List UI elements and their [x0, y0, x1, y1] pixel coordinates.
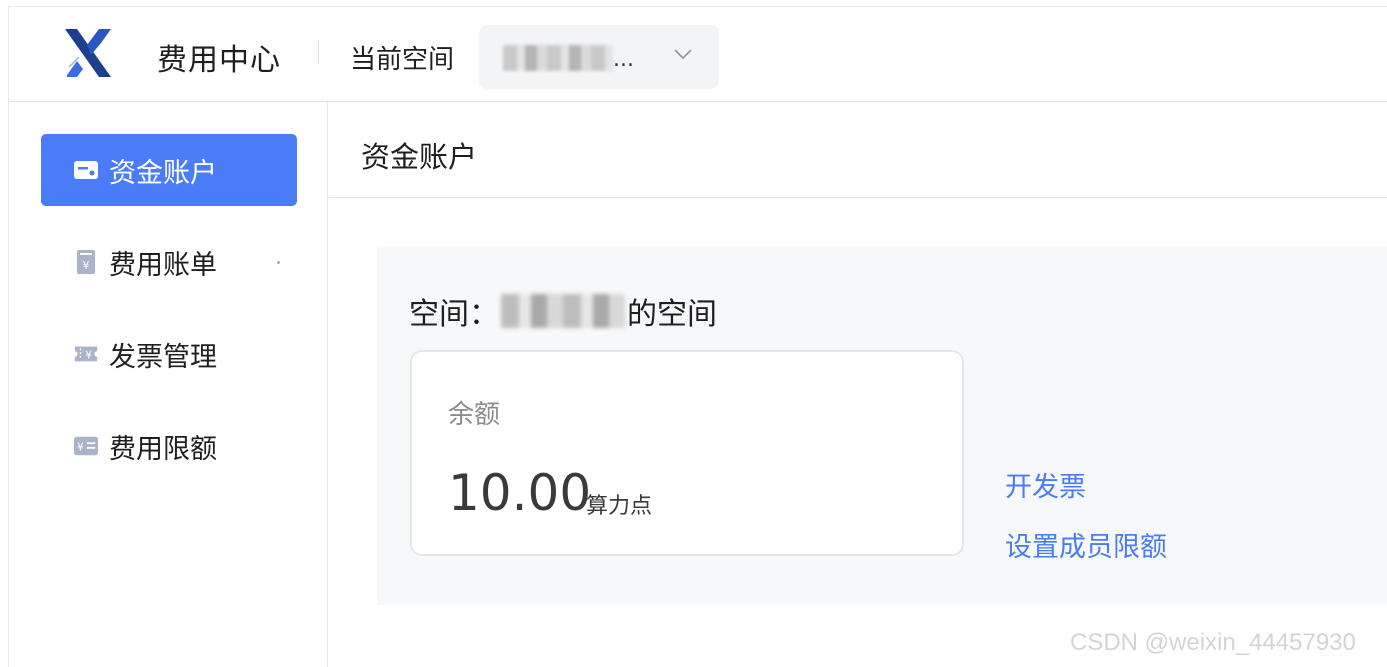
- account-panel: 空间： 的空间 余额 10.00 算力点 开发票 设置成员限额: [377, 247, 1387, 605]
- main-content: 资金账户 空间： 的空间 余额 10.00 算力点 开发票 设置成员限额: [329, 102, 1387, 667]
- space-select-ellipsis: ...: [613, 47, 634, 72]
- balance-value: 10.00: [448, 464, 592, 522]
- sidebar-item-label: 费用限额: [109, 433, 217, 465]
- space-suffix: 的空间: [627, 297, 717, 332]
- sidebar-item-invoices[interactable]: ¥ 发票管理: [41, 318, 297, 390]
- sidebar-item-label: 资金账户: [109, 157, 217, 189]
- svg-text:¥: ¥: [86, 351, 93, 362]
- sidebar-item-label: 发票管理: [109, 341, 217, 373]
- chevron-down-icon: [674, 49, 692, 60]
- space-prefix: 空间：: [409, 297, 499, 332]
- ticket-yen-icon: ¥: [73, 341, 99, 367]
- receipt-yen-icon: ¥: [73, 249, 99, 275]
- balance-unit: 算力点: [586, 494, 653, 519]
- redacted-owner-name: [501, 294, 625, 328]
- svg-text:¥: ¥: [83, 259, 90, 272]
- top-header: 费用中心 当前空间 ...: [9, 7, 1387, 102]
- current-space-label: 当前空间: [350, 45, 455, 75]
- balance-card: 余额 10.00 算力点: [410, 350, 964, 556]
- wallet-card-icon: [73, 157, 99, 183]
- sidebar: 资金账户 ¥ 费用账单 ¥ 发票管理 ¥ 费用限额: [9, 102, 328, 667]
- content-header: 资金账户: [329, 102, 1387, 198]
- header-divider: [318, 40, 319, 64]
- space-select-dropdown[interactable]: ...: [479, 25, 719, 89]
- decorative-dot: [277, 261, 280, 264]
- sidebar-item-fund-account[interactable]: 资金账户: [41, 134, 297, 206]
- app-window: 费用中心 当前空间 ... 资金账户 ¥ 费用账单 ¥ 发票管理 ¥ 费用限额 …: [8, 6, 1387, 667]
- sidebar-item-cost-limit[interactable]: ¥ 费用限额: [41, 410, 297, 482]
- limit-card-icon: ¥: [73, 433, 99, 459]
- issue-invoice-link[interactable]: 开发票: [1005, 465, 1086, 504]
- page-title: 资金账户: [361, 140, 478, 174]
- sidebar-item-billing[interactable]: ¥ 费用账单: [41, 226, 297, 298]
- app-title: 费用中心: [157, 43, 281, 78]
- svg-text:¥: ¥: [77, 443, 84, 454]
- set-member-limit-link[interactable]: 设置成员限额: [1005, 525, 1167, 564]
- watermark: CSDN @weixin_44457930: [1070, 629, 1356, 656]
- space-name-line: 空间： 的空间: [409, 289, 717, 333]
- redacted-space-name: [503, 45, 613, 71]
- balance-label: 余额: [448, 400, 501, 430]
- brand-logo: [65, 29, 111, 77]
- sidebar-item-label: 费用账单: [109, 249, 217, 281]
